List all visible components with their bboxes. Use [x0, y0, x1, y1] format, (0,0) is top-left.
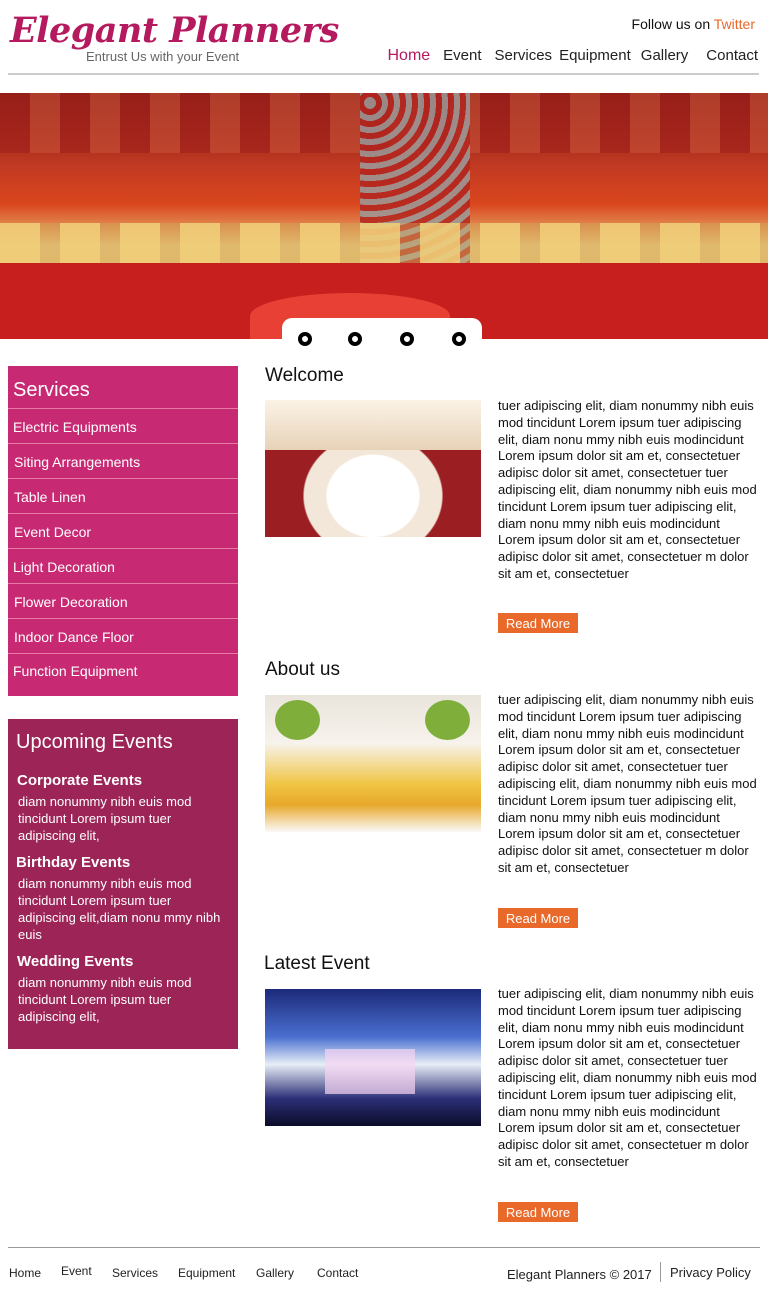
nav-event[interactable]: Event — [443, 47, 481, 65]
twitter-link[interactable]: Twitter — [714, 16, 755, 32]
section-title-about: About us — [265, 659, 340, 680]
event-description: diam nonummy nibh euis mod tincidunt Lor… — [18, 975, 192, 1024]
slider-dot-1[interactable] — [298, 332, 312, 346]
services-title: Services — [13, 379, 90, 401]
read-more-button[interactable]: Read More — [498, 1202, 578, 1222]
welcome-text: tuer adipiscing elit, diam nonummy nibh … — [498, 398, 757, 581]
privacy-policy-link[interactable]: Privacy Policy — [670, 1265, 751, 1280]
event-title[interactable]: Corporate Events — [8, 772, 238, 789]
upcoming-events-title: Upcoming Events — [16, 731, 173, 753]
read-more-button[interactable]: Read More — [498, 613, 578, 633]
slider-dot-3[interactable] — [400, 332, 414, 346]
slider-dot-2[interactable] — [348, 332, 362, 346]
footer-nav-home[interactable]: Home — [9, 1266, 41, 1280]
nav-home[interactable]: Home — [387, 47, 430, 65]
about-text: tuer adipiscing elit, diam nonummy nibh … — [498, 692, 757, 875]
service-table-linen[interactable]: Table Linen — [8, 478, 238, 513]
hero-banner-image — [0, 93, 768, 339]
service-siting-arrangements[interactable]: Siting Arrangements — [8, 443, 238, 478]
about-image — [265, 695, 481, 832]
logo-title[interactable]: Elegant Planners — [10, 10, 339, 51]
nav-services[interactable]: Services — [495, 47, 553, 65]
footer-nav-event[interactable]: Event — [61, 1264, 92, 1278]
footer-nav-contact[interactable]: Contact — [317, 1266, 358, 1280]
event-description: diam nonummy nibh euis mod tincidunt Lor… — [18, 876, 221, 942]
section-title-welcome: Welcome — [265, 365, 344, 386]
logo-tagline: Entrust Us with your Event — [86, 49, 240, 64]
event-description: diam nonummy nibh euis mod tincidunt Lor… — [18, 794, 192, 843]
follow-us: Follow us on Twitter — [632, 16, 755, 32]
service-flower-decoration[interactable]: Flower Decoration — [8, 583, 238, 618]
latest-event-text: tuer adipiscing elit, diam nonummy nibh … — [498, 986, 757, 1169]
service-function-equipment[interactable]: Function Equipment — [8, 653, 238, 688]
services-panel: Services Electric Equipments Siting Arra… — [8, 366, 238, 696]
footer-nav-equipment[interactable]: Equipment — [178, 1266, 235, 1280]
event-title[interactable]: Birthday Events — [8, 854, 238, 871]
service-electric-equipments[interactable]: Electric Equipments — [8, 408, 238, 443]
footer-divider — [8, 1247, 760, 1248]
slider-dot-4[interactable] — [452, 332, 466, 346]
nav-equipment[interactable]: Equipment — [559, 47, 631, 65]
footer-copyright: Elegant Planners © 2017 — [507, 1267, 652, 1282]
header-divider — [8, 73, 759, 75]
upcoming-events-panel: Upcoming Events Corporate Events diam no… — [8, 719, 238, 1049]
event-title[interactable]: Wedding Events — [8, 953, 238, 970]
welcome-image — [265, 400, 481, 537]
footer-nav-gallery[interactable]: Gallery — [256, 1266, 294, 1280]
nav-gallery[interactable]: Gallery — [641, 47, 689, 65]
read-more-button[interactable]: Read More — [498, 908, 578, 928]
follow-text: Follow us on — [631, 16, 711, 32]
service-event-decor[interactable]: Event Decor — [8, 513, 238, 548]
service-light-decoration[interactable]: Light Decoration — [8, 548, 238, 583]
footer-nav-services[interactable]: Services — [112, 1266, 158, 1280]
latest-event-image — [265, 989, 481, 1126]
service-indoor-dance-floor[interactable]: Indoor Dance Floor — [8, 618, 238, 653]
nav-contact[interactable]: Contact — [706, 47, 758, 65]
main-nav: Home Event Services Equipment Gallery Co… — [374, 47, 758, 65]
footer-separator — [660, 1262, 661, 1282]
section-title-latest-event: Latest Event — [264, 953, 370, 974]
